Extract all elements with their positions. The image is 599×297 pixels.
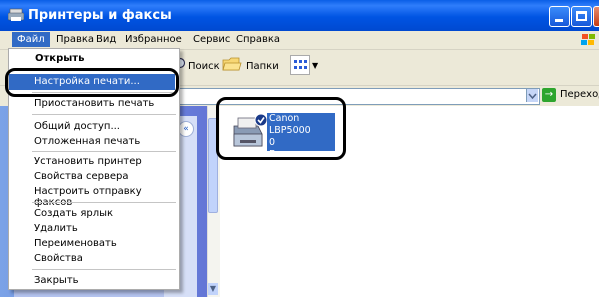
window-title: Принтеры и факсы [28, 8, 172, 23]
views-button[interactable] [290, 55, 310, 75]
menu-favorites[interactable]: Избранное [125, 34, 182, 45]
menu-item-setup-fax[interactable]: Настроить отправку факсов [34, 186, 178, 208]
callout-menu-highlight [5, 68, 179, 97]
menu-separator [32, 202, 176, 203]
menu-item-sharing[interactable]: Общий доступ... [34, 121, 120, 132]
windows-logo-icon [581, 34, 595, 45]
views-icon [294, 60, 307, 69]
menu-item-pause-printing[interactable]: Приостановить печать [34, 98, 154, 109]
views-dropdown-arrow-icon[interactable]: ▼ [312, 61, 318, 70]
callout-printer-highlight [216, 97, 346, 160]
search-button-label[interactable]: Поиск [188, 61, 220, 72]
menu-item-install-printer[interactable]: Установить принтер [34, 156, 142, 167]
task-item-partial [14, 290, 164, 297]
menu-view[interactable]: Вид [96, 34, 116, 45]
minimize-icon [555, 19, 563, 22]
menu-item-close[interactable]: Закрыть [34, 275, 79, 286]
menu-tools[interactable]: Сервис [193, 34, 230, 45]
menu-item-rename[interactable]: Переименовать [34, 238, 117, 249]
printers-folder-icon [8, 8, 24, 21]
maximize-icon [576, 11, 587, 21]
folders-button-label[interactable]: Папки [246, 61, 279, 72]
menu-item-server-properties[interactable]: Свойства сервера [34, 171, 129, 182]
scroll-down-icon[interactable]: ▼ [208, 283, 218, 295]
menu-item-delete[interactable]: Удалить [34, 223, 78, 234]
go-button-label[interactable]: Переход [560, 89, 599, 100]
menu-file[interactable]: Файл [12, 32, 50, 47]
address-dropdown-icon[interactable] [526, 89, 538, 102]
close-button[interactable] [593, 6, 599, 27]
menu-item-deferred-printing[interactable]: Отложенная печать [34, 136, 140, 147]
menu-edit[interactable]: Правка [56, 34, 94, 45]
collapse-icon[interactable]: « [178, 121, 194, 137]
menu-item-properties[interactable]: Свойства [34, 253, 83, 264]
menu-separator [32, 151, 176, 152]
minimize-button[interactable] [549, 6, 570, 27]
folders-icon[interactable] [222, 55, 242, 73]
menu-separator [32, 269, 176, 270]
go-icon[interactable]: → [542, 88, 556, 102]
menu-help[interactable]: Справка [236, 34, 280, 45]
maximize-button[interactable] [571, 6, 592, 27]
menu-separator [32, 114, 176, 115]
menu-item-create-shortcut[interactable]: Создать ярлык [34, 208, 113, 219]
